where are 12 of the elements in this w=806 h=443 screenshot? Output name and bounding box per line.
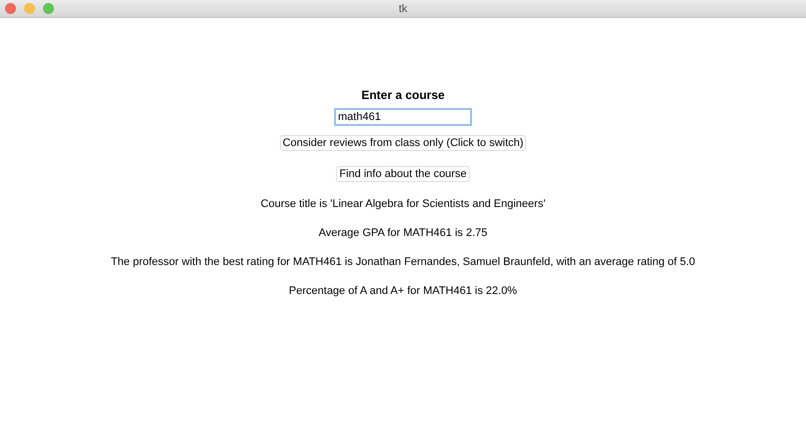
- course-field[interactable]: math461: [334, 108, 472, 126]
- result-text: Course title is 'Linear Algebra for Scientists and Engineers': [260, 197, 546, 212]
- result-text: Percentage of A and A+ for MATH461 is 22.0%: [288, 284, 518, 299]
- heading: Enter a course: [361, 88, 445, 103]
- close-icon[interactable]: [5, 3, 16, 14]
- switch-button[interactable]: Consider reviews from class only (Click to switch): [280, 135, 526, 151]
- result-text: The professor with the best rating for MATH461 is Jonathan Fernandes, Samuel Braunfeld, with an average rating of 5.0: [110, 255, 696, 270]
- window-title: tk: [398, 2, 408, 14]
- find-button[interactable]: Find info about the course: [336, 166, 470, 182]
- result-text: Average GPA for MATH461 is 2.75: [318, 226, 488, 241]
- minimize-icon[interactable]: [24, 3, 35, 14]
- zoom-icon[interactable]: [43, 3, 54, 14]
